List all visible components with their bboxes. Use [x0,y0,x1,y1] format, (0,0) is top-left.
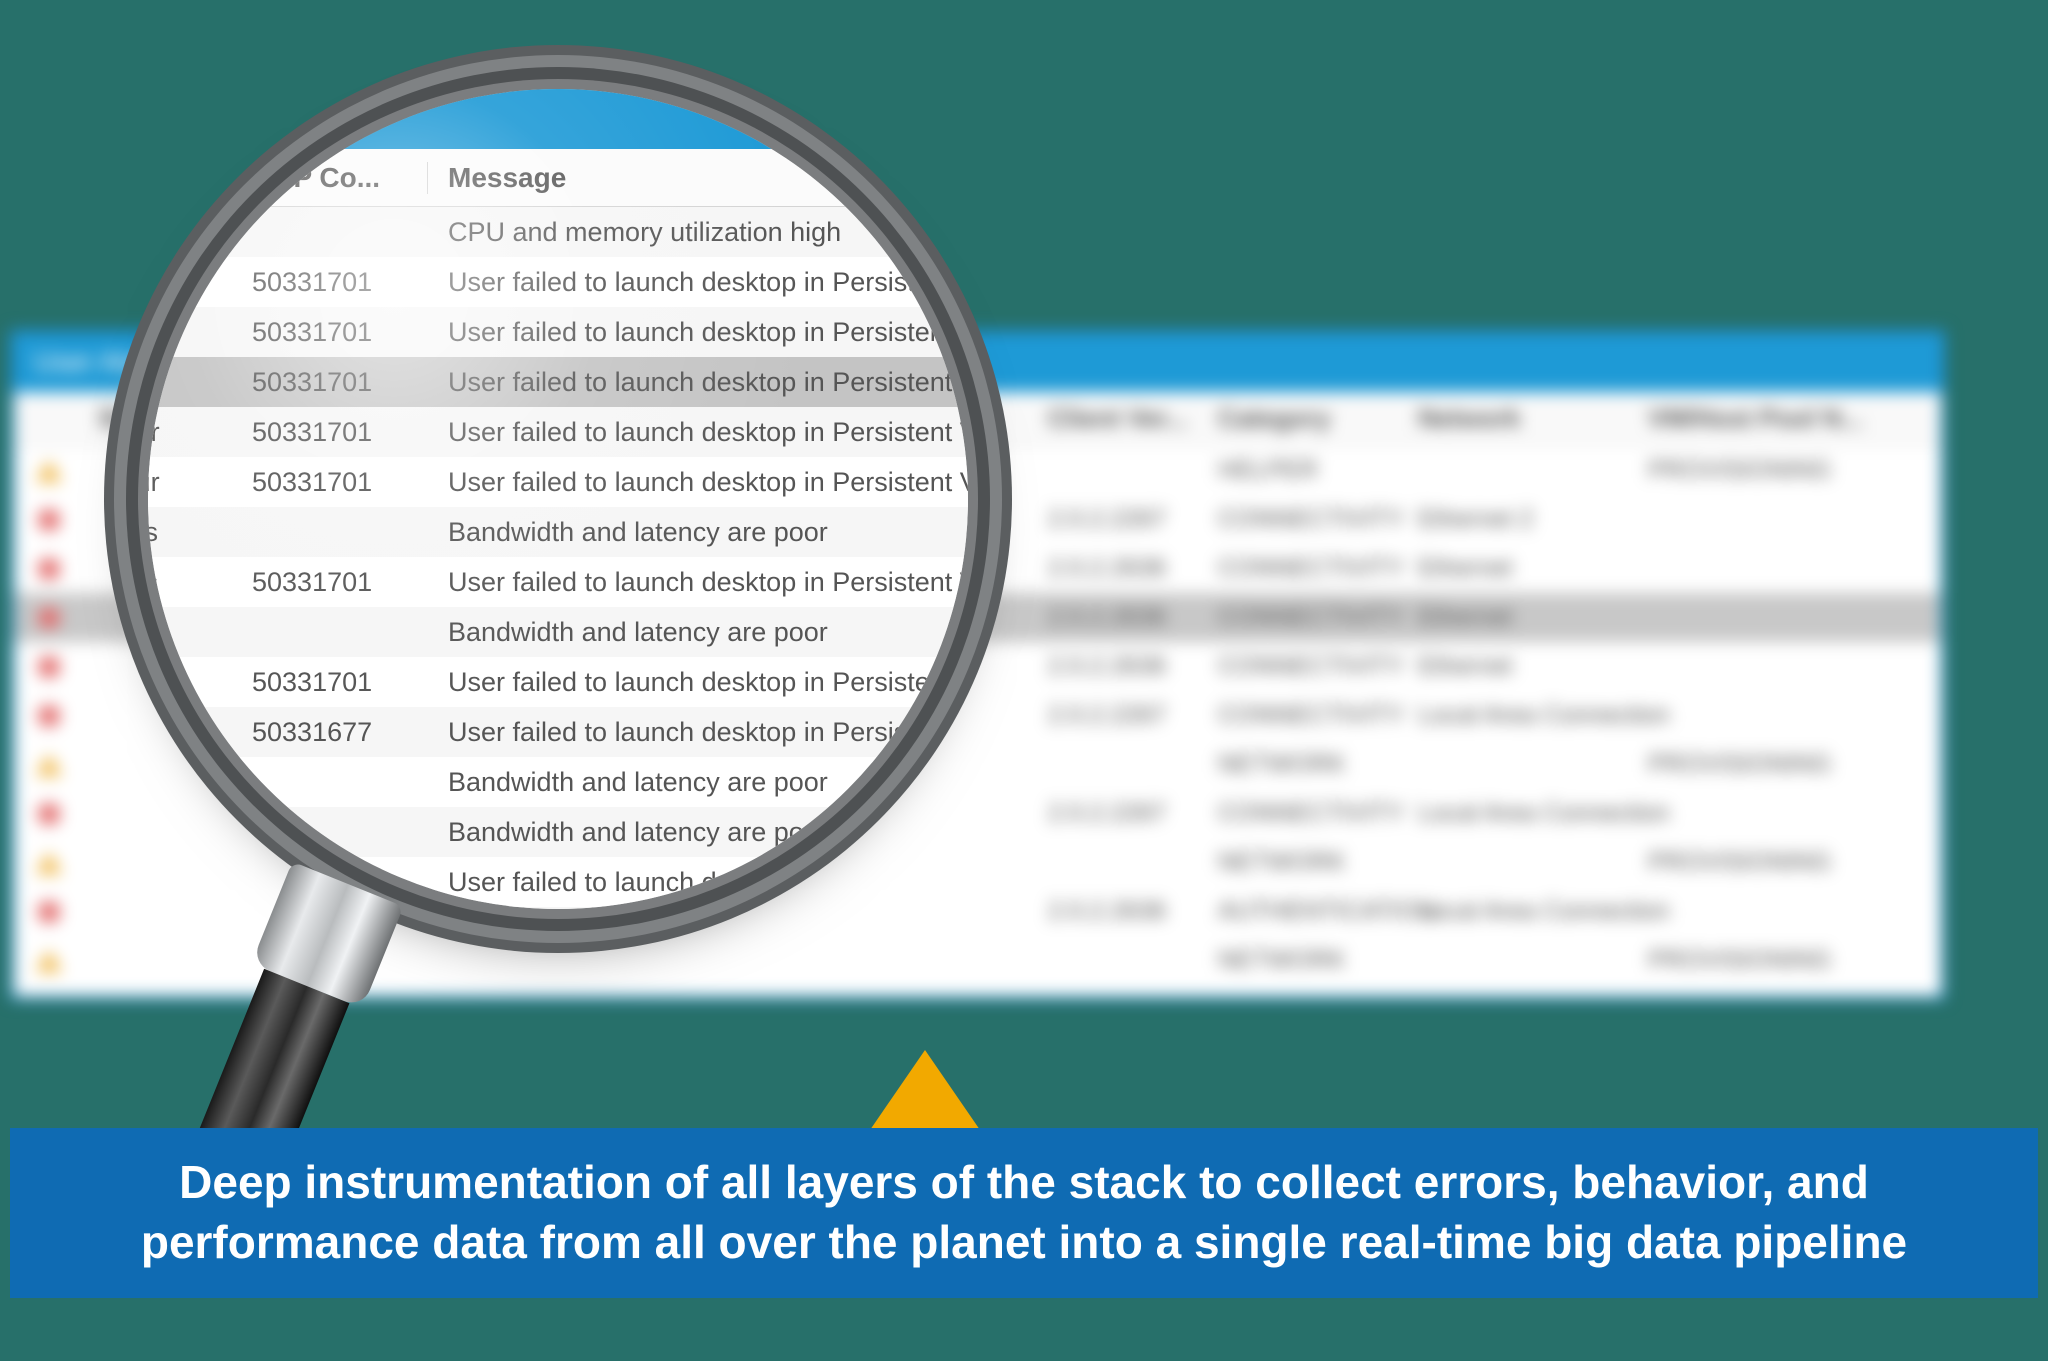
lens-col-rdp[interactable]: RDP Co... [238,162,428,194]
cell: CONNECTIVITY [1204,603,1404,632]
cell: NETWORK [1204,946,1404,975]
table-row[interactable]: 2.0.2.2636CONNECTIVITYEthernet [14,593,1941,642]
status-error-icon [14,509,84,531]
cell: Ethernet [1404,603,1634,632]
col-category[interactable]: Category [1204,403,1404,434]
col-network[interactable]: Network [1404,403,1634,434]
cell: Local Area Connection [1404,897,1634,926]
cell: Local Area Connection [1404,799,1634,828]
alarms-panel-blurred: User Alarms Status Client Ver... Categor… [10,330,1945,1000]
table-row[interactable]: 2.0.2.2267CONNECTIVITYLocal Area Connect… [14,691,1941,740]
cell-message: User failed to launch desktop in Persist… [428,267,968,298]
cell: HELPER [1204,456,1404,485]
col-status[interactable]: Status [84,403,334,434]
cell: PROVISIONING [1634,456,1854,485]
cell: PROVISIONING [1634,946,1854,975]
panel-title: User Alarms [14,334,1941,392]
cell: 2.0.2.2636 [1034,603,1204,632]
table-row[interactable]: CPU and memory utilization high [148,207,968,257]
status-error-icon [14,558,84,580]
cell: PROVISIONING [1634,848,1854,877]
cell: 2.0.2.2636 [1034,652,1204,681]
cell: NETWORK [1204,995,1404,1000]
status-warning-icon [14,754,84,776]
lens-col-message[interactable]: Message [428,162,968,194]
cell-time: in [148,267,238,298]
table-row[interactable]: NETWORK PROVISIONING [14,936,1941,985]
table-row[interactable]: NETWORK PROVISIONING [14,740,1941,789]
table-row[interactable]: 2.0.2.2636CONNECTIVITYEthernet [14,642,1941,691]
cell: 2.0.2.2636 [1034,897,1204,926]
status-warning-icon [14,999,84,1001]
cell: 2.0.2.2636 [1034,554,1204,583]
status-error-icon [14,656,84,678]
col-vmhost[interactable]: VM/Host Pool N... [1634,403,1854,434]
table-row[interactable]: NETWORK PROVISIONING [14,838,1941,887]
status-error-icon [14,607,84,629]
cell: 2.0.2.2267 [1034,505,1204,534]
cell: Ethernet [1404,554,1634,583]
status-error-icon [14,803,84,825]
table-row[interactable]: NETWORK PROVISIONING [14,985,1941,1000]
status-warning-icon [14,852,84,874]
caption-arrow-icon [870,1050,980,1130]
status-error-icon [14,705,84,727]
table-row[interactable]: 2.0.2.2267CONNECTIVITYEthernet 2 [14,495,1941,544]
status-warning-icon [14,460,84,482]
status-error-icon [14,901,84,923]
table-row[interactable]: 2.0.2.2267CONNECTIVITYLocal Area Connect… [14,789,1941,838]
cell: CONNECTIVITY [1204,652,1404,681]
table-row[interactable]: in50331701User failed to launch desktop … [148,257,968,307]
cell: Ethernet [1404,652,1634,681]
cell: CONNECTIVITY [1204,701,1404,730]
cell: Ethernet 2 [1404,505,1634,534]
caption-text: Deep instrumentation of all layers of th… [60,1153,1988,1273]
cell: 2.0.2.2267 [1034,799,1204,828]
cell: 2.0.2.2267 [1034,701,1204,730]
col-client-ver[interactable]: Client Ver... [1034,403,1204,434]
cell-message: CPU and memory utilization high [428,217,968,248]
cell: CONNECTIVITY [1204,554,1404,583]
status-warning-icon [14,950,84,972]
lens-topbar [148,89,968,149]
cell: PROVISIONING [1634,995,1854,1000]
table-row[interactable]: 2.0.2.2636AUTHENTICATIONLocal Area Conne… [14,887,1941,936]
table-header-row: Status Client Ver... Category Network VM… [14,392,1941,446]
lens-header-row: RDP Co... Message [148,149,968,207]
cell: PROVISIONING [1634,750,1854,779]
cell: AUTHENTICATION [1204,897,1404,926]
caption-banner: Deep instrumentation of all layers of th… [10,1128,2038,1298]
cell: CONNECTIVITY [1204,505,1404,534]
cell: NETWORK [1204,848,1404,877]
table-row[interactable]: HELPER PROVISIONING [14,446,1941,495]
cell: CONNECTIVITY [1204,799,1404,828]
cell-rdp-code: 50331701 [238,267,428,298]
cell: NETWORK [1204,750,1404,779]
table-row[interactable]: 2.0.2.2636CONNECTIVITYEthernet [14,544,1941,593]
cell: Local Area Connection [1404,701,1634,730]
